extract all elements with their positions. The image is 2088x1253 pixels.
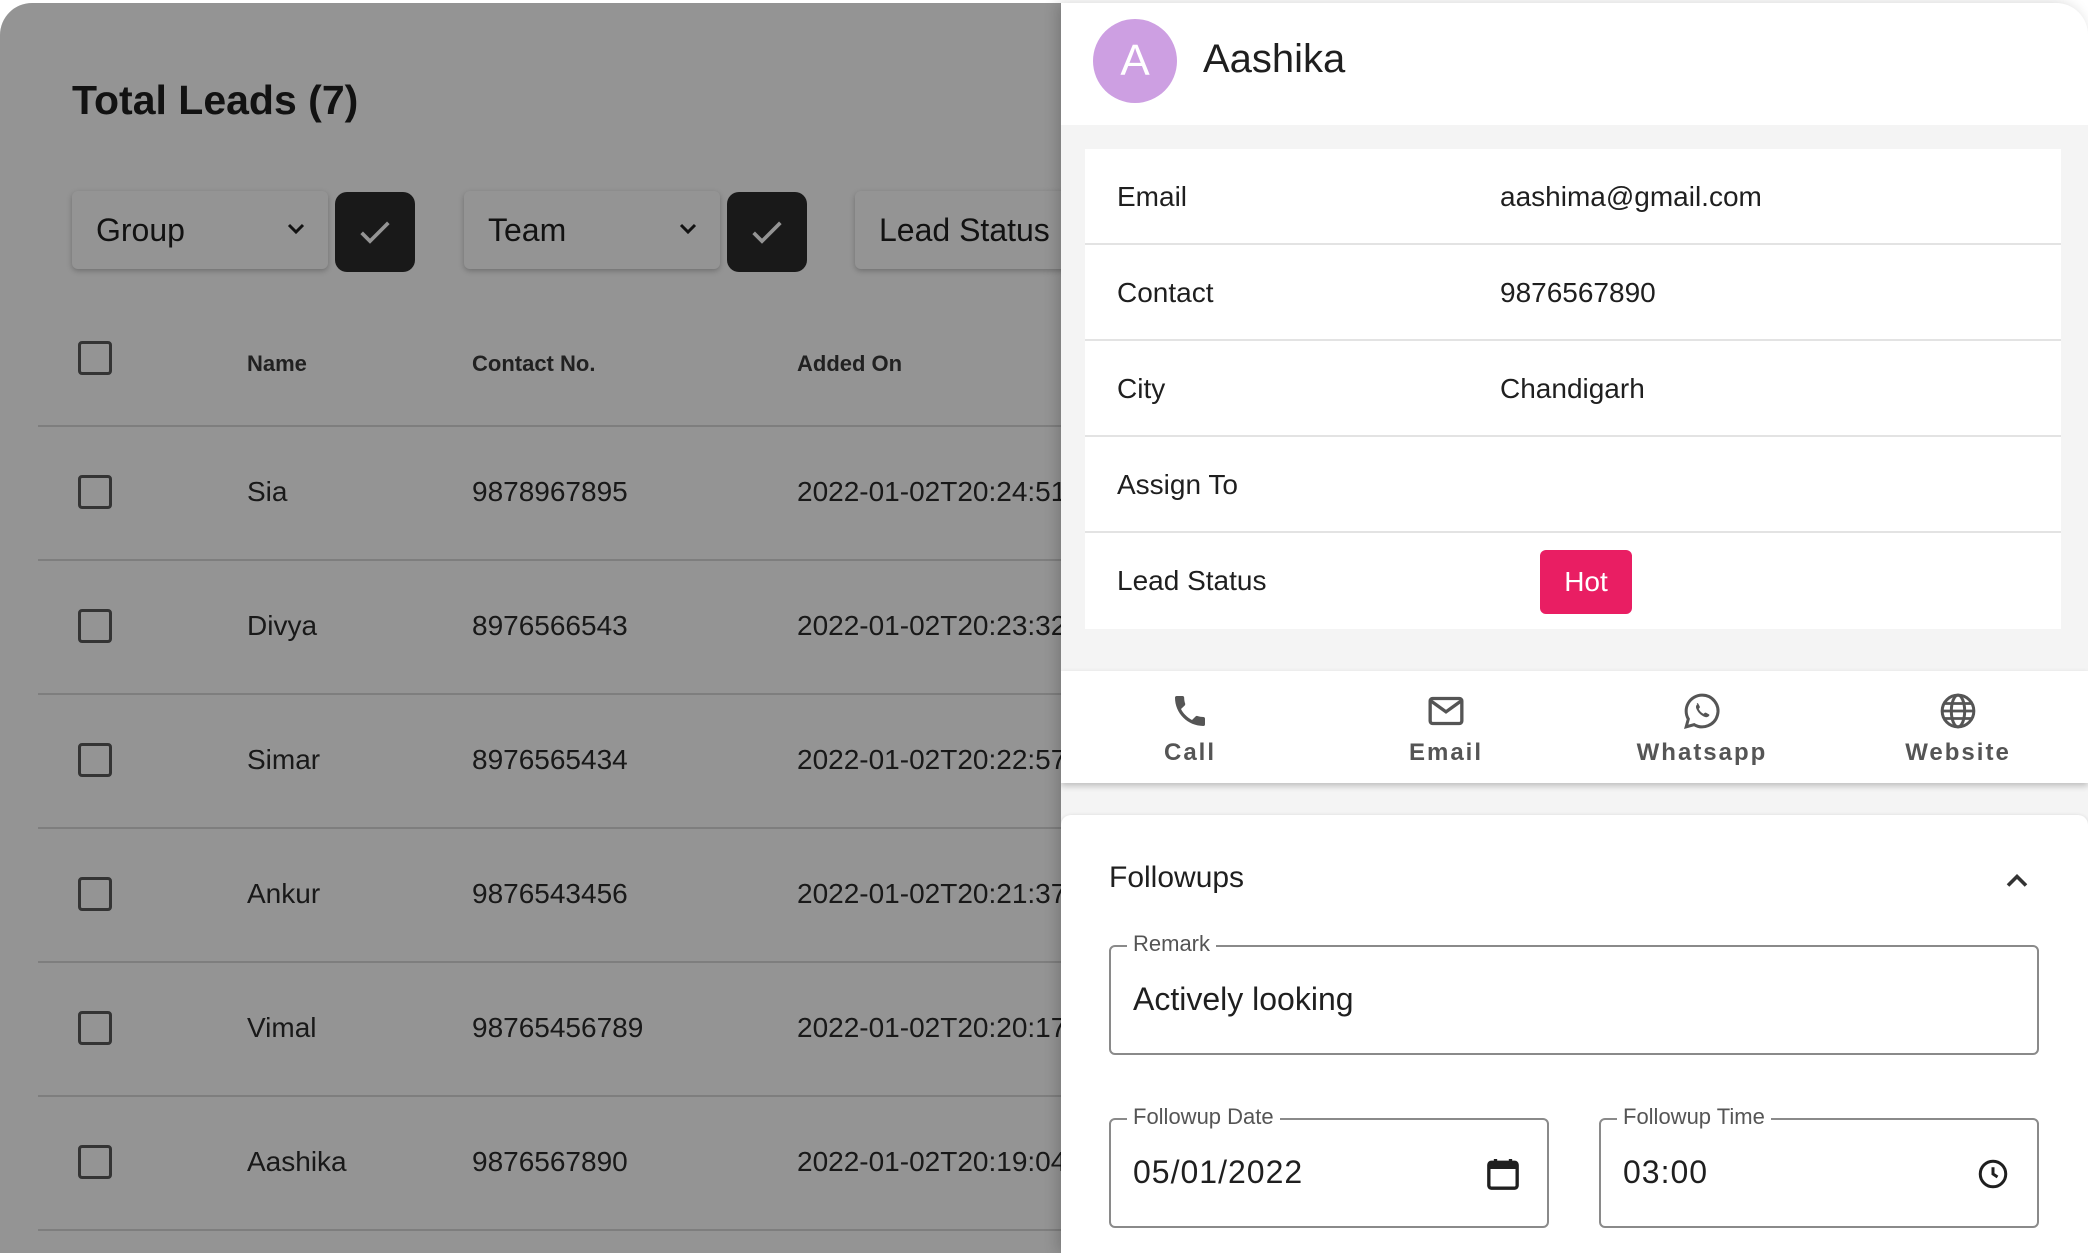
remark-field[interactable]: Remark Actively looking xyxy=(1109,931,2039,1055)
detail-label: City xyxy=(1117,373,1166,404)
detail-row-city: City Chandigarh xyxy=(1085,341,2061,437)
detail-value: 9876567890 xyxy=(1500,277,1656,308)
phone-icon xyxy=(1175,696,1205,726)
followup-date-label: Followup Date xyxy=(1127,1104,1280,1130)
detail-value: aashima@gmail.com xyxy=(1500,181,1762,212)
detail-row-email: Email aashima@gmail.com xyxy=(1085,149,2061,245)
followups-title: Followups xyxy=(1109,861,1245,894)
lead-details-list: Email aashima@gmail.com Contact 98765678… xyxy=(1085,149,2061,629)
detail-row-assign-to: Assign To xyxy=(1085,437,2061,533)
followup-date-field[interactable]: Followup Date 05/01/2022 xyxy=(1109,1104,1549,1228)
followups-panel: Followups Remark Actively looking Follow… xyxy=(1061,815,2088,1253)
followup-time-field[interactable]: Followup Time 03:00 xyxy=(1599,1104,2039,1228)
email-label: Email xyxy=(1408,739,1484,766)
followup-time-input[interactable]: 03:00 xyxy=(1623,1154,1708,1191)
mail-icon xyxy=(1428,696,1464,726)
remark-label: Remark xyxy=(1127,931,1217,957)
detail-label: Contact xyxy=(1117,277,1214,308)
detail-value: Chandigarh xyxy=(1500,373,1645,404)
lead-detail-drawer: A Aashika Email aashima@gmail.com Contac… xyxy=(1061,3,2088,1253)
call-button[interactable]: Call xyxy=(1062,671,1318,783)
website-label: Website xyxy=(1905,739,2011,766)
remark-input[interactable]: Actively looking xyxy=(1133,981,1354,1018)
whatsapp-icon xyxy=(1684,693,1720,729)
drawer-header: A Aashika xyxy=(1061,3,2088,125)
contact-actions-bar: Call Email Whatsapp Website xyxy=(1061,671,2088,783)
lead-name: Aashika xyxy=(1203,37,1346,81)
modal-backdrop[interactable] xyxy=(0,3,1100,1253)
website-button[interactable]: Website xyxy=(1830,671,2086,783)
lead-status-chip[interactable]: Hot xyxy=(1540,550,1632,614)
whatsapp-button[interactable]: Whatsapp xyxy=(1574,671,1830,783)
detail-row-contact: Contact 9876567890 xyxy=(1085,245,2061,341)
chevron-up-icon[interactable] xyxy=(1999,863,2035,899)
detail-label: Lead Status xyxy=(1117,565,1267,596)
whatsapp-label: Whatsapp xyxy=(1636,739,1768,766)
globe-icon xyxy=(1940,693,1976,729)
detail-label: Email xyxy=(1117,181,1188,212)
detail-label: Assign To xyxy=(1117,469,1238,500)
call-label: Call xyxy=(1163,739,1216,766)
followup-time-label: Followup Time xyxy=(1617,1104,1771,1130)
detail-row-lead-status: Lead Status Hot xyxy=(1085,533,2061,629)
clock-icon[interactable] xyxy=(1975,1156,2011,1192)
email-button[interactable]: Email xyxy=(1318,671,1574,783)
followup-date-input[interactable]: 05/01/2022 xyxy=(1133,1154,1303,1191)
avatar: A xyxy=(1093,19,1177,103)
calendar-icon[interactable] xyxy=(1483,1154,1523,1194)
